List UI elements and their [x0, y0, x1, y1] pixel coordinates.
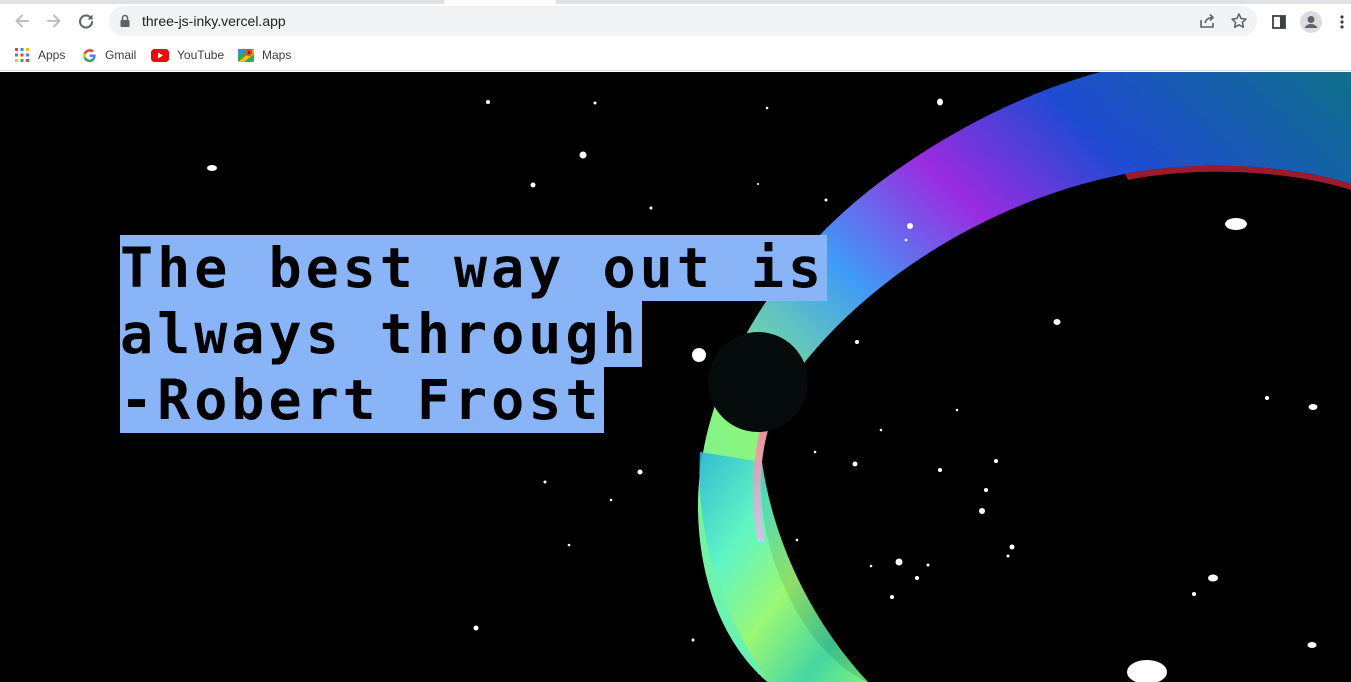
- quote-text[interactable]: The best way out is always through -Robe…: [120, 235, 828, 433]
- google-g-icon: [81, 47, 97, 63]
- menu-button[interactable]: [1333, 11, 1351, 33]
- bookmark-youtube[interactable]: YouTube: [151, 45, 224, 65]
- bookmark-label: Maps: [262, 48, 292, 62]
- forward-button[interactable]: [40, 7, 68, 35]
- bookmark-star-button[interactable]: [1229, 11, 1249, 31]
- share-icon: [1200, 13, 1214, 28]
- profile-button[interactable]: [1300, 11, 1322, 33]
- browser-toolbar: three-js-inky.vercel.app: [0, 4, 1351, 40]
- apps-grid-icon: [14, 47, 30, 63]
- maps-pin-icon: [238, 47, 254, 63]
- bookmark-label: Apps: [38, 48, 66, 62]
- quote-author[interactable]: -Robert Frost: [120, 367, 605, 433]
- address-bar[interactable]: three-js-inky.vercel.app: [109, 6, 1257, 36]
- torus-lower-band: [699, 452, 869, 682]
- side-panel-icon: [1272, 15, 1286, 29]
- page-canvas[interactable]: The best way out is always through -Robe…: [0, 72, 1351, 682]
- bookmark-label: Gmail: [105, 48, 137, 62]
- bookmark-apps[interactable]: Apps: [14, 45, 65, 65]
- side-panel-button[interactable]: [1268, 11, 1290, 33]
- quote-line-1[interactable]: The best way out is: [120, 235, 828, 301]
- reload-icon: [79, 14, 93, 29]
- share-button[interactable]: [1197, 11, 1217, 31]
- url-text[interactable]: three-js-inky.vercel.app: [142, 13, 286, 29]
- bookmark-gmail[interactable]: Gmail: [81, 45, 136, 65]
- star-icon: [1231, 13, 1247, 29]
- arrow-right-icon: [47, 14, 61, 28]
- kebab-menu-icon: [1340, 15, 1344, 29]
- youtube-icon: [151, 47, 169, 63]
- profile-avatar-icon: [1300, 11, 1322, 33]
- back-button[interactable]: [8, 7, 36, 35]
- reload-button[interactable]: [72, 7, 100, 35]
- bookmark-maps[interactable]: Maps: [238, 45, 291, 65]
- bookmark-label: YouTube: [177, 48, 225, 62]
- arrow-left-icon: [15, 14, 29, 28]
- quote-line-2[interactable]: always through: [120, 301, 642, 367]
- lock-icon[interactable]: [117, 13, 133, 29]
- bookmarks-bar: Apps Gmail YouTube Maps: [0, 40, 1351, 71]
